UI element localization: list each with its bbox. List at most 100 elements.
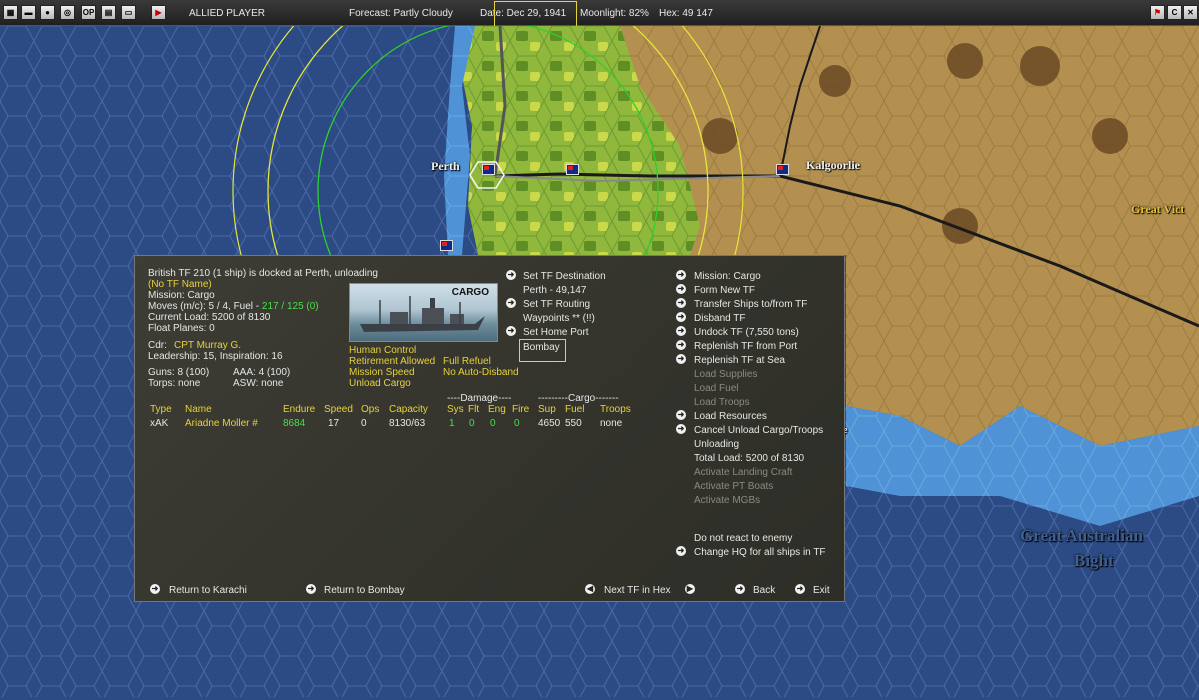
ship-fuel: 550 xyxy=(565,418,582,429)
disband-tf-button[interactable]: Disband TF xyxy=(694,313,746,325)
arrow-right-icon[interactable]: ➜ xyxy=(676,546,686,556)
col-speed[interactable]: Speed xyxy=(324,404,353,416)
globe-icon[interactable]: ● xyxy=(40,5,55,20)
transfer-ships-button[interactable]: Transfer Ships to/from TF xyxy=(694,299,807,311)
arrow-right-icon[interactable]: ➜ xyxy=(676,270,686,280)
load-fuel-option: Load Fuel xyxy=(694,383,739,394)
mission-button[interactable]: Mission: Cargo xyxy=(694,271,761,283)
return-karachi-button[interactable]: Return to Karachi xyxy=(169,585,247,597)
cancel-unload-button[interactable]: Cancel Unload Cargo/Troops xyxy=(694,425,823,437)
form-new-tf-button[interactable]: Form New TF xyxy=(694,285,755,297)
col-sys[interactable]: Sys xyxy=(447,404,464,416)
top-toolbar: ▦ ▬ ● ◎ OP ▤ ▭ ▶ ALLIED PLAYER Forecast:… xyxy=(0,0,1199,26)
col-troops[interactable]: Troops xyxy=(600,404,631,416)
ship-ops: 0 xyxy=(361,418,367,429)
arrow-right-icon[interactable]: ➜ xyxy=(676,410,686,420)
tf-float-planes: Float Planes: 0 xyxy=(148,323,215,334)
australian-flag-icon[interactable] xyxy=(440,240,453,251)
report-icon[interactable]: ▤ xyxy=(101,5,116,20)
ship-flt: 0 xyxy=(469,418,475,429)
mgbs-option: Activate MGBs xyxy=(694,495,761,506)
col-fuel[interactable]: Fuel xyxy=(565,404,584,416)
arrow-right-icon[interactable]: ➜ xyxy=(676,298,686,308)
forecast-label: Forecast: Partly Cloudy xyxy=(349,8,453,19)
arrow-right-icon[interactable]: ➜ xyxy=(676,326,686,336)
hex-label: Hex: 49 147 xyxy=(659,8,713,19)
arrow-right-icon[interactable]: ➜ xyxy=(150,584,160,594)
close-icon[interactable]: ✕ xyxy=(1183,5,1198,20)
arrow-right-icon[interactable]: ➜ xyxy=(735,584,745,594)
kalgoorlie-map-label[interactable]: Kalgoorlie xyxy=(806,158,860,173)
arrow-right-icon[interactable]: ➜ xyxy=(676,340,686,350)
back-button[interactable]: Back xyxy=(753,585,775,597)
replenish-sea-button[interactable]: Replenish TF at Sea xyxy=(694,355,785,367)
arrow-right-icon[interactable]: ➜ xyxy=(676,424,686,434)
arrow-right-icon[interactable]: ➜ xyxy=(306,584,316,594)
target-icon[interactable]: ◎ xyxy=(60,5,75,20)
set-home-port-button[interactable]: Set Home Port xyxy=(523,327,589,339)
arrow-right-icon[interactable]: ➜ xyxy=(676,312,686,322)
c-button[interactable]: C xyxy=(1167,5,1182,20)
ship-endure: 8684 xyxy=(283,418,306,429)
exit-button[interactable]: Exit xyxy=(813,585,830,597)
window-icon[interactable]: ▭ xyxy=(121,5,136,20)
end-turn-play-icon[interactable]: ▶ xyxy=(151,5,166,20)
moonlight-label: Moonlight: 82% xyxy=(580,8,649,19)
set-destination-button[interactable]: Set TF Destination xyxy=(523,271,606,283)
perth-map-label[interactable]: Perth xyxy=(431,159,460,174)
auto-disband-toggle[interactable]: No Auto-Disband xyxy=(443,367,519,379)
asw-label: ASW: none xyxy=(233,378,284,389)
arrow-right-icon[interactable]: ➜ xyxy=(506,298,516,308)
home-port-value: Bombay xyxy=(523,342,560,353)
load-supplies-option: Load Supplies xyxy=(694,369,758,380)
pt-boats-option: Activate PT Boats xyxy=(694,481,774,492)
undock-tf-button[interactable]: Undock TF (7,550 tons) xyxy=(694,327,799,339)
gab-map-label-1: Great Australian xyxy=(1020,526,1143,545)
col-name[interactable]: Name xyxy=(185,404,212,416)
col-capacity[interactable]: Capacity xyxy=(389,404,428,416)
col-eng[interactable]: Eng xyxy=(488,404,506,416)
arrow-left-icon[interactable]: ◀ xyxy=(585,584,595,594)
destination-value: Perth - 49,147 xyxy=(523,285,587,296)
change-hq-button[interactable]: Change HQ for all ships in TF xyxy=(694,547,826,559)
ops-button[interactable]: OP xyxy=(81,5,96,20)
load-resources-button[interactable]: Load Resources xyxy=(694,411,767,423)
no-react-toggle[interactable]: Do not react to enemy xyxy=(694,533,792,545)
col-endure[interactable]: Endure xyxy=(283,404,315,416)
ship-sys: 1 xyxy=(449,418,455,429)
ship-fire: 0 xyxy=(514,418,520,429)
return-bombay-button[interactable]: Return to Bombay xyxy=(324,585,405,597)
set-routing-button[interactable]: Set TF Routing xyxy=(523,299,590,311)
col-ops[interactable]: Ops xyxy=(361,404,379,416)
australian-flag-icon[interactable] xyxy=(776,164,789,175)
cargo-image-caption: CARGO xyxy=(451,287,489,298)
arrow-right-icon[interactable]: ➜ xyxy=(676,284,686,294)
great-victoria-map-label: Great Vict xyxy=(1131,202,1185,216)
load-troops-option: Load Troops xyxy=(694,397,750,408)
col-sup[interactable]: Sup xyxy=(538,404,556,416)
australian-flag-icon[interactable] xyxy=(566,164,579,175)
replenish-port-button[interactable]: Replenish TF from Port xyxy=(694,341,797,353)
task-force-icon[interactable]: ▬ xyxy=(21,5,36,20)
ship-troops: none xyxy=(600,418,623,429)
col-flt[interactable]: Flt xyxy=(468,404,479,416)
arrow-right-icon[interactable]: ➜ xyxy=(506,270,516,280)
waypoints-value: Waypoints ** (!!) xyxy=(523,313,595,324)
col-type[interactable]: Type xyxy=(150,404,172,416)
next-tf-button[interactable]: Next TF in Hex xyxy=(604,585,671,597)
flag-icon[interactable]: ⚑ xyxy=(1150,5,1165,20)
ship-name[interactable]: Ariadne Moller # xyxy=(185,418,258,430)
arrow-right-icon[interactable]: ➜ xyxy=(506,326,516,336)
unload-cargo-toggle[interactable]: Unload Cargo xyxy=(349,378,411,390)
landing-craft-option: Activate Landing Craft xyxy=(694,467,793,478)
torps-label: Torps: none xyxy=(148,378,201,389)
ship-eng: 0 xyxy=(490,418,496,429)
map-view-icon[interactable]: ▦ xyxy=(3,5,18,20)
col-fire[interactable]: Fire xyxy=(512,404,529,416)
ship-sup: 4650 xyxy=(538,418,561,429)
australian-flag-icon[interactable] xyxy=(482,164,495,175)
arrow-right-icon[interactable]: ➜ xyxy=(676,354,686,364)
arrow-right-icon[interactable]: ➜ xyxy=(795,584,805,594)
arrow-right-icon[interactable]: ▶ xyxy=(685,584,695,594)
total-load-status: Total Load: 5200 of 8130 xyxy=(694,453,805,464)
